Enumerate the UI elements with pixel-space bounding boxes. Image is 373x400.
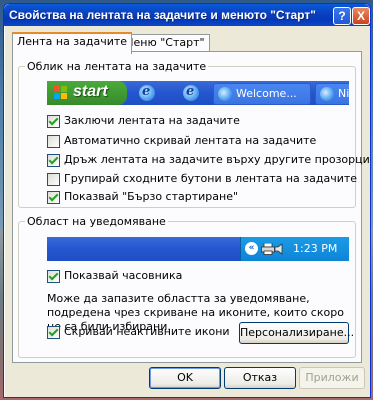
taskbar-button-label: Nin <box>338 87 349 100</box>
tray-clock: 1:23 PM <box>293 242 338 255</box>
show-clock-label: Показвай часовника <box>64 269 183 282</box>
lock-taskbar-checkbox[interactable] <box>47 115 60 128</box>
help-button[interactable]: ? <box>333 7 351 25</box>
quick-launch-checkbox[interactable] <box>47 191 60 204</box>
ok-button[interactable]: OK <box>149 367 221 389</box>
tab-panel: Облик на лентата на задачите start Welco… <box>12 51 370 363</box>
taskbar-preview: start Welcome... Nin <box>47 81 349 105</box>
start-label: start <box>73 83 108 100</box>
window-title: Свойства на лентата на задачите и менюто… <box>9 8 316 22</box>
apply-button[interactable]: Приложи <box>299 367 365 389</box>
taskbar-properties-dialog: Свойства на лентата на задачите и менюто… <box>3 3 371 398</box>
hide-inactive-checkbox[interactable] <box>47 326 60 339</box>
tab-taskbar[interactable]: Лента на задачите <box>12 32 133 54</box>
title-bar[interactable]: Свойства на лентата на задачите и менюто… <box>4 4 370 26</box>
lock-taskbar-label: Заключи лентата на задачите <box>64 114 240 127</box>
keep-on-top-label: Дръж лентата на задачите върху другите п… <box>64 153 370 166</box>
show-clock-checkbox[interactable] <box>47 270 60 283</box>
keep-on-top-checkbox[interactable] <box>47 154 60 167</box>
taskbar-button-label: Welcome... <box>236 87 297 100</box>
tab-start-menu[interactable]: Меню "Старт" <box>119 34 210 52</box>
taskbar-button-2: Nin <box>315 83 349 105</box>
autohide-taskbar-checkbox[interactable] <box>47 135 60 148</box>
appearance-legend: Облик на лентата на задачите <box>25 60 209 73</box>
taskbar-button-welcome: Welcome... <box>213 83 311 105</box>
notification-preview: « 1:23 PM <box>47 237 349 261</box>
hide-inactive-label: Скривай неактивните икони <box>64 325 230 338</box>
system-tray-preview: « 1:23 PM <box>240 237 349 261</box>
group-buttons-checkbox[interactable] <box>47 173 60 186</box>
quick-launch-label: Показвай "Бързо стартиране" <box>64 190 239 203</box>
internet-explorer-icon-2 <box>183 84 199 101</box>
autohide-taskbar-label: Автоматично скривай лентата на задачите <box>64 134 317 147</box>
notification-legend: Област на уведомяване <box>25 215 168 228</box>
cancel-button[interactable]: Отказ <box>224 367 296 389</box>
group-buttons-label: Групирай сходните бутони в лентата на за… <box>64 172 358 185</box>
internet-explorer-icon-3 <box>218 87 232 101</box>
volume-icon <box>274 243 288 255</box>
start-button-preview: start <box>47 81 127 105</box>
printer-icon <box>261 242 275 255</box>
internet-explorer-icon-4 <box>320 87 334 101</box>
internet-explorer-icon <box>139 84 155 101</box>
close-button[interactable]: X <box>352 7 370 25</box>
customize-button[interactable]: Персонализиране... <box>239 322 354 344</box>
windows-flag-icon <box>54 86 68 100</box>
expand-tray-icon: « <box>245 242 258 255</box>
